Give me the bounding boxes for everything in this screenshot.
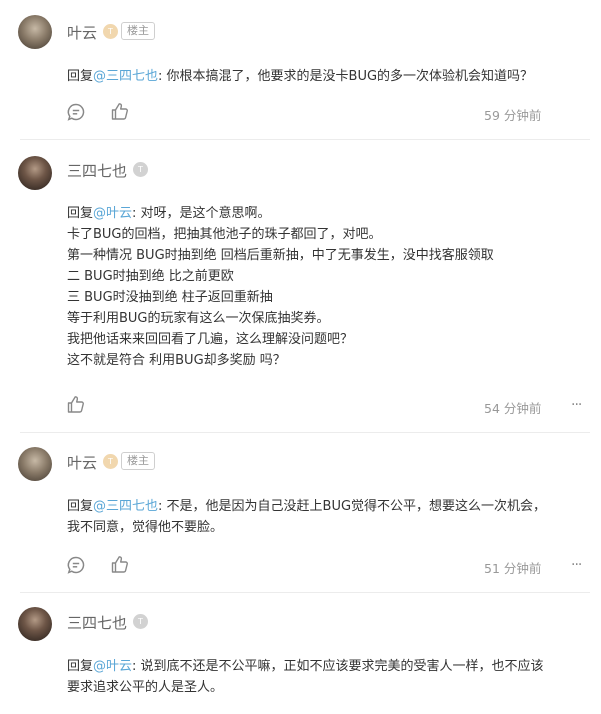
divider (20, 139, 590, 140)
comment-actions: 51 分钟前 (66, 554, 586, 576)
divider (20, 592, 590, 593)
comment-actions: 59 分钟前 (66, 101, 586, 123)
mention-link[interactable]: @三四七也 (93, 69, 158, 84)
level-badge-icon: T (133, 162, 148, 177)
timestamp: 59 分钟前 (484, 108, 542, 123)
reply-icon[interactable] (66, 555, 86, 575)
author-name[interactable]: 叶云 (67, 22, 97, 43)
mention-link[interactable]: @叶云 (93, 206, 132, 221)
avatar[interactable] (18, 447, 52, 481)
level-badge-icon: T (103, 24, 118, 39)
comment-text: 回复@三四七也: 你根本搞混了，他要求的是没卡BUG的多一次体验机会知道吗？ (67, 69, 534, 84)
reply-icon[interactable] (66, 102, 86, 122)
op-tag: 楼主 (121, 452, 155, 470)
comment-text: 回复@叶云: 说到底不还是不公平嘛，正如不应该要求完美的受害人一样，也不应该 要… (67, 659, 544, 695)
author-name[interactable]: 三四七也 (67, 160, 127, 181)
level-badge-icon: T (133, 614, 148, 629)
author-name[interactable]: 叶云 (67, 452, 97, 473)
timestamp: 54 分钟前 (484, 401, 542, 416)
timestamp: 51 分钟前 (484, 561, 542, 576)
mention-link[interactable]: @叶云 (93, 659, 132, 674)
op-tag: 楼主 (121, 22, 155, 40)
like-icon[interactable] (110, 101, 130, 121)
author-name[interactable]: 三四七也 (67, 612, 127, 633)
avatar[interactable] (18, 607, 52, 641)
like-icon[interactable] (66, 394, 86, 414)
more-options-icon[interactable]: ··· (571, 397, 582, 413)
avatar[interactable] (18, 15, 52, 49)
comment-text: 回复@三四七也: 不是，他是因为自己没赶上BUG觉得不公平，想要这么一次机会， … (67, 499, 547, 535)
level-badge-icon: T (103, 454, 118, 469)
avatar[interactable] (18, 156, 52, 190)
like-icon[interactable] (110, 554, 130, 574)
comment-text: 回复@叶云: 对呀，是这个意思啊。 卡了BUG的回档，把抽其他池子的珠子都回了，… (67, 206, 494, 368)
divider (20, 432, 590, 433)
comment-actions: 54 分钟前 (66, 394, 586, 416)
mention-link[interactable]: @三四七也 (93, 499, 158, 514)
more-options-icon[interactable]: ··· (571, 557, 582, 573)
